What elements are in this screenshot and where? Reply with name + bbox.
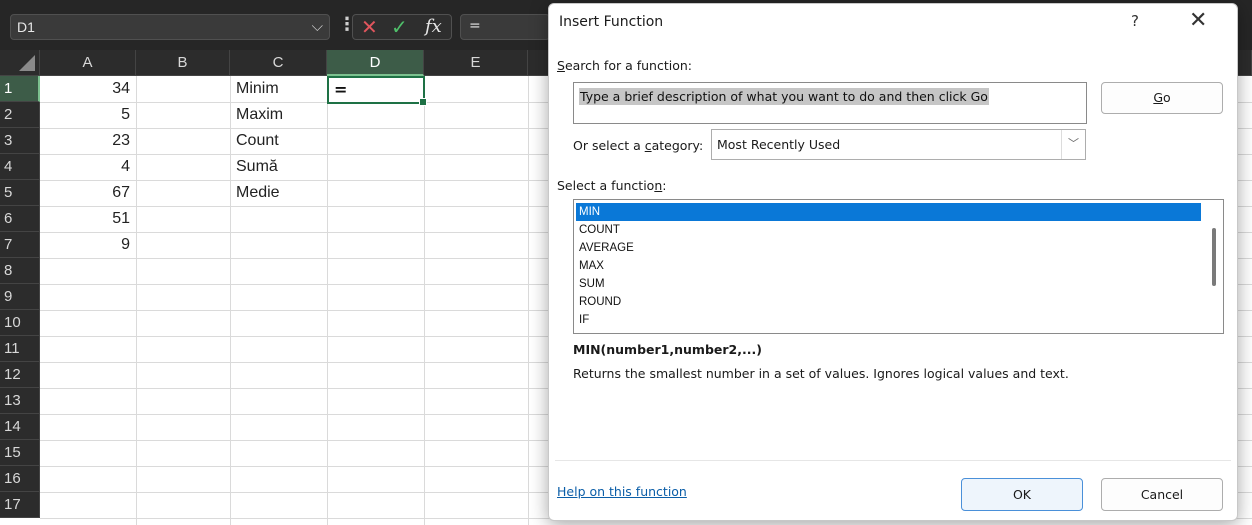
column-header-a[interactable]: A: [40, 50, 136, 76]
cell-c1[interactable]: Minim: [230, 76, 327, 102]
column-header-b[interactable]: B: [136, 50, 230, 76]
go-button[interactable]: Go: [1101, 82, 1223, 114]
chevron-down-icon[interactable]: ﹀: [1061, 130, 1085, 159]
column-header-e[interactable]: E: [424, 50, 528, 76]
column-header-c[interactable]: C: [230, 50, 327, 76]
row-header-7[interactable]: 7: [0, 232, 40, 258]
active-cell-content: =: [334, 80, 348, 99]
help-on-function-link[interactable]: Help on this function: [557, 484, 687, 499]
cell-c2[interactable]: Maxim: [230, 102, 327, 128]
formula-content: =: [469, 18, 481, 34]
select-fn-label-pre: Select a functio: [557, 178, 655, 193]
row-header-6[interactable]: 6: [0, 206, 40, 232]
cell-a7[interactable]: 9: [40, 232, 136, 258]
row-header-10[interactable]: 10: [0, 310, 40, 336]
row-header-9[interactable]: 9: [0, 284, 40, 310]
chevron-down-icon[interactable]: ⌵: [312, 17, 323, 35]
function-item-sum[interactable]: SUM: [576, 275, 1201, 293]
cell-a6[interactable]: 51: [40, 206, 136, 232]
row-header-12[interactable]: 12: [0, 362, 40, 388]
gridline: [136, 76, 137, 525]
row-header-13[interactable]: 13: [0, 388, 40, 414]
insert-function-fx-button[interactable]: fx: [425, 16, 442, 37]
row-header-5[interactable]: 5: [0, 180, 40, 206]
row-header-14[interactable]: 14: [0, 414, 40, 440]
cell-a2[interactable]: 5: [40, 102, 136, 128]
cancel-button[interactable]: Cancel: [1101, 478, 1223, 511]
category-label: Or select a category:: [573, 138, 703, 153]
gridline: [327, 76, 328, 525]
cancel-x-icon[interactable]: ✕: [361, 15, 378, 39]
cell-a3[interactable]: 23: [40, 128, 136, 154]
function-list-scrollbar[interactable]: [1206, 200, 1223, 333]
cell-a1[interactable]: 34: [40, 76, 136, 102]
insert-function-dialog: Insert Function ? ✕ Search for a functio…: [548, 3, 1238, 521]
category-select[interactable]: Most Recently Used ﹀: [711, 129, 1086, 160]
row-header-4[interactable]: 4: [0, 154, 40, 180]
select-fn-label-post: :: [662, 178, 667, 193]
gridline: [424, 76, 425, 525]
search-label-accel: S: [557, 58, 565, 73]
search-label: Search for a function:: [557, 58, 692, 73]
function-list[interactable]: MIN COUNT AVERAGE MAX SUM ROUND IF: [573, 199, 1224, 334]
formula-buttons: ✕ ✓ fx: [352, 14, 452, 40]
function-item-if[interactable]: IF: [576, 311, 1201, 329]
row-header-11[interactable]: 11: [0, 336, 40, 362]
category-label-pre: Or select a: [573, 138, 645, 153]
row-header-2[interactable]: 2: [0, 102, 40, 128]
cell-a5[interactable]: 67: [40, 180, 136, 206]
category-select-value: Most Recently Used: [717, 137, 841, 152]
formula-input[interactable]: =: [460, 14, 550, 40]
cell-a4[interactable]: 4: [40, 154, 136, 180]
function-search-input[interactable]: Type a brief description of what you wan…: [573, 82, 1087, 124]
name-box-value: D1: [17, 19, 35, 35]
select-all-corner[interactable]: [0, 50, 40, 76]
column-header-d[interactable]: D: [327, 50, 424, 76]
go-accel: G: [1153, 90, 1164, 105]
search-label-text: earch for a function:: [564, 58, 692, 73]
function-item-min[interactable]: MIN: [576, 203, 1201, 221]
function-item-average[interactable]: AVERAGE: [576, 239, 1201, 257]
checkmark-icon[interactable]: ✓: [391, 15, 408, 39]
function-item-round[interactable]: ROUND: [576, 293, 1201, 311]
gridline: [528, 76, 529, 525]
scrollbar-thumb[interactable]: [1212, 228, 1216, 286]
close-icon[interactable]: ✕: [1189, 8, 1207, 33]
function-description: Returns the smallest number in a set of …: [573, 366, 1069, 381]
ok-button[interactable]: OK: [961, 478, 1083, 511]
cell-c3[interactable]: Count: [230, 128, 327, 154]
row-header-3[interactable]: 3: [0, 128, 40, 154]
row-header-15[interactable]: 15: [0, 440, 40, 466]
row-header-1[interactable]: 1: [0, 76, 40, 102]
dialog-title: Insert Function: [559, 14, 664, 30]
name-box[interactable]: D1 ⌵: [10, 14, 330, 40]
select-function-label: Select a function:: [557, 178, 666, 193]
function-item-count[interactable]: COUNT: [576, 221, 1201, 239]
function-item-max[interactable]: MAX: [576, 257, 1201, 275]
active-cell-d1[interactable]: =: [327, 76, 427, 106]
category-label-accel: c: [644, 138, 652, 153]
cell-c5[interactable]: Medie: [230, 180, 327, 206]
search-input-value: Type a brief description of what you wan…: [579, 88, 989, 105]
go-label: o: [1163, 90, 1171, 105]
row-header-8[interactable]: 8: [0, 258, 40, 284]
divider: [555, 460, 1231, 461]
row-header-17[interactable]: 17: [0, 492, 40, 518]
help-icon[interactable]: ?: [1131, 12, 1139, 30]
function-signature: MIN(number1,number2,...): [573, 342, 762, 357]
row-header-16[interactable]: 16: [0, 466, 40, 492]
category-label-post: ategory:: [651, 138, 704, 153]
cell-c4[interactable]: Sumă: [230, 154, 327, 180]
